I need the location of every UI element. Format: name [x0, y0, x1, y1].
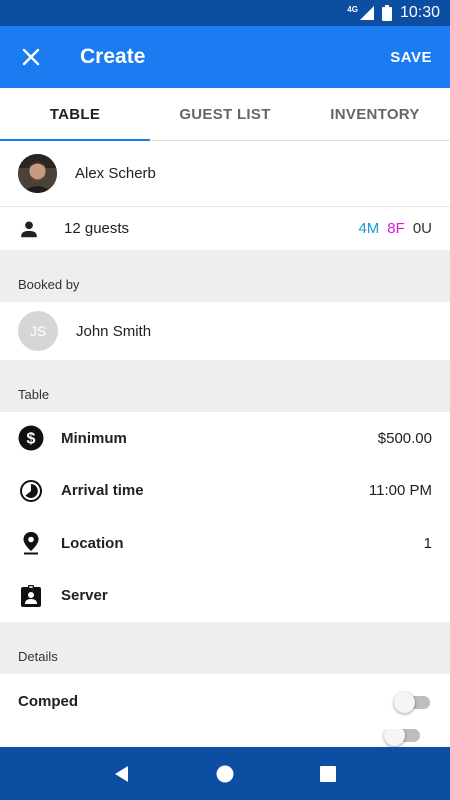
female-count: 8F [387, 220, 405, 237]
unknown-count: 0U [412, 220, 432, 237]
back-button[interactable] [107, 759, 137, 789]
location-value: 1 [423, 534, 432, 552]
person-photo-icon [18, 154, 57, 193]
system-nav-bar [0, 747, 450, 800]
location-pin-icon [23, 532, 39, 555]
minimum-label: Minimum [61, 429, 127, 447]
clock-time: 10:30 [399, 4, 440, 21]
clock-icon [20, 479, 42, 502]
comped-toggle[interactable] [394, 691, 432, 713]
svg-text:$: $ [27, 431, 36, 448]
arrival-time-value: 11:00 PM [368, 482, 432, 500]
back-triangle-icon [114, 765, 128, 782]
gender-breakdown: 4M 8F 0U [358, 220, 432, 237]
arrival-time-row[interactable]: Arrival time 11:00 PM [0, 464, 450, 517]
minimum-value: $500.00 [377, 429, 432, 447]
tab-bar: TABLE GUEST LIST INVENTORY [0, 88, 450, 141]
save-button[interactable]: SAVE [390, 49, 432, 66]
signal-indicator: 4G [347, 4, 374, 20]
comped-label: Comped [18, 693, 78, 710]
tab-guest-list[interactable]: GUEST LIST [150, 88, 300, 140]
server-row[interactable]: Server [0, 569, 450, 622]
recents-button[interactable] [313, 759, 343, 789]
guest-count-row[interactable]: 12 guests 4M 8F 0U [0, 207, 450, 250]
status-bar: 4G 10:30 [0, 0, 450, 26]
guest-count: 12 guests [64, 220, 130, 237]
booker-avatar: JS [18, 311, 58, 351]
tab-table[interactable]: TABLE [0, 88, 150, 141]
dollar-icon: $ [18, 425, 44, 451]
arrival-time-label: Arrival time [61, 482, 144, 500]
guest-row[interactable]: Alex Scherb [0, 141, 450, 207]
section-header-booked-by: Booked by [0, 250, 450, 302]
next-toggle-row[interactable] [0, 729, 450, 747]
next-toggle[interactable] [384, 729, 422, 746]
location-label: Location [61, 534, 124, 552]
home-button[interactable] [210, 759, 240, 789]
close-button[interactable] [18, 44, 44, 70]
tab-inventory[interactable]: INVENTORY [300, 88, 450, 140]
avatar [18, 154, 57, 193]
section-header-table: Table [0, 360, 450, 412]
recents-square-icon [320, 765, 337, 782]
male-count: 4M [358, 220, 380, 237]
section-header-details: Details [0, 622, 450, 674]
page-title: Create [80, 45, 146, 68]
guest-name: Alex Scherb [75, 165, 156, 182]
minimum-row[interactable]: $ Minimum $500.00 [0, 412, 450, 465]
server-label: Server [61, 587, 108, 605]
badge-icon [21, 584, 41, 607]
person-icon [21, 220, 37, 237]
battery-icon [381, 5, 392, 21]
close-icon [22, 48, 40, 66]
booker-name: John Smith [76, 322, 152, 340]
app-bar: Create SAVE [0, 26, 450, 88]
booked-by-row[interactable]: JS John Smith [0, 302, 450, 360]
signal-icon [359, 6, 374, 20]
network-type: 4G [347, 4, 358, 14]
location-row[interactable]: Location 1 [0, 517, 450, 570]
home-circle-icon [216, 765, 234, 782]
comped-row[interactable]: Comped [0, 674, 450, 729]
